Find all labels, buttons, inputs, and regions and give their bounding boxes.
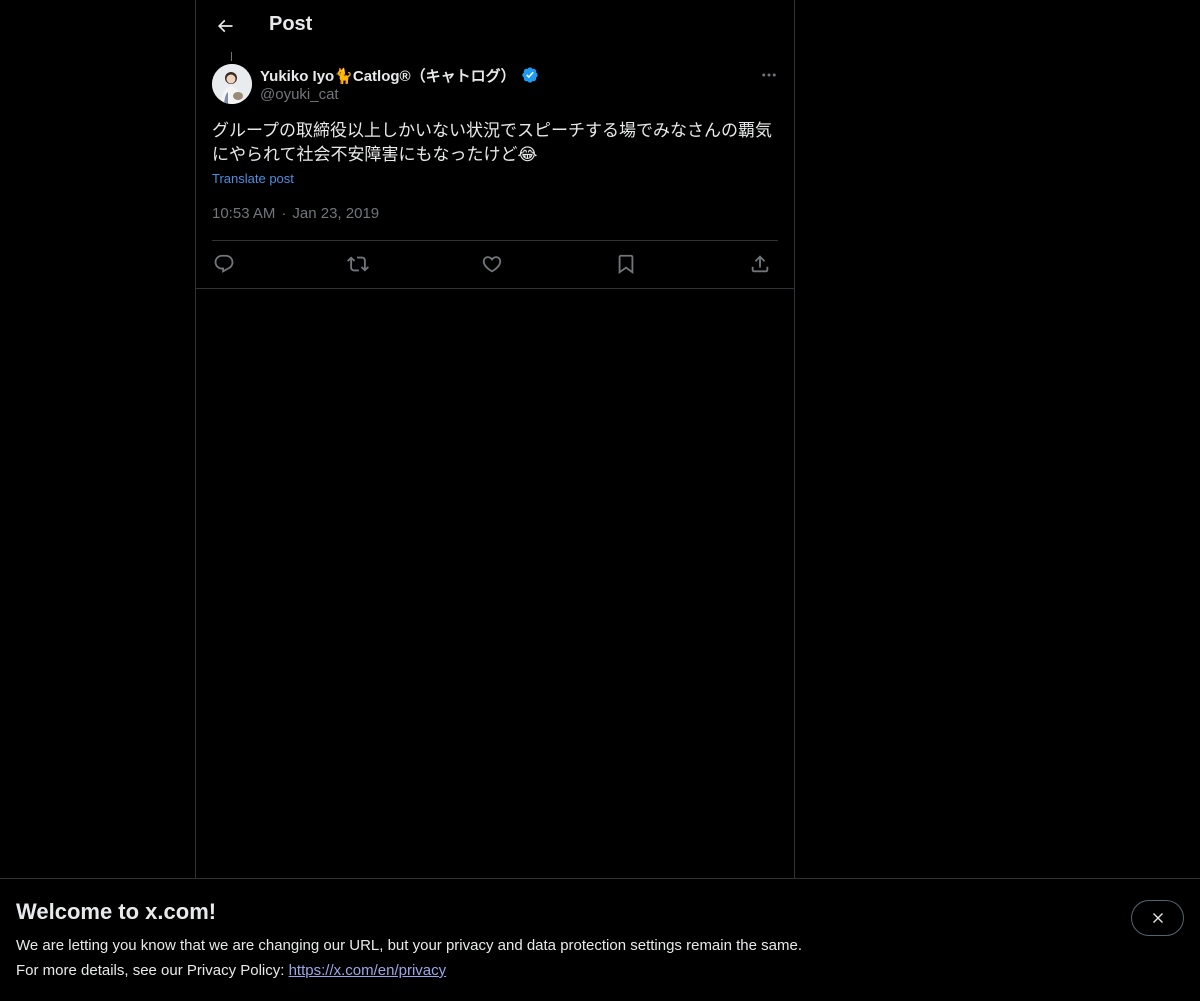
reply-button[interactable] — [212, 252, 236, 276]
more-icon — [760, 66, 778, 84]
avatar[interactable] — [212, 64, 252, 104]
bookmark-button[interactable] — [614, 252, 638, 276]
translate-post-link[interactable]: Translate post — [212, 171, 294, 186]
back-arrow-icon — [215, 16, 235, 36]
post-time[interactable]: 10:53 AM — [212, 205, 275, 222]
post-date[interactable]: Jan 23, 2019 — [292, 205, 379, 222]
like-icon — [481, 253, 503, 275]
more-options-button[interactable] — [756, 63, 782, 87]
banner-title: Welcome to x.com! — [16, 899, 217, 924]
meta-separator: · — [281, 205, 287, 222]
thread-connector-line — [231, 52, 232, 61]
close-icon — [1150, 910, 1166, 926]
reply-icon — [213, 253, 235, 275]
post-timestamp: 10:53 AM · Jan 23, 2019 — [212, 205, 379, 222]
banner-privacy-line: For more details, see our Privacy Policy… — [16, 962, 446, 979]
page-title: Post — [269, 13, 313, 35]
banner-message: We are letting you know that we are chan… — [16, 937, 802, 954]
share-icon — [749, 253, 771, 275]
post-bottom-divider — [196, 288, 794, 289]
post-actions-bar — [212, 241, 778, 288]
author-handle[interactable]: @oyuki_cat — [260, 86, 339, 103]
repost-button[interactable] — [346, 252, 370, 276]
post-column: Post Yukiko Iyo🐈Catlog®（キャトログ） @oyuki_ca… — [195, 0, 795, 878]
author-name-row[interactable]: Yukiko Iyo🐈Catlog®（キャトログ） — [260, 64, 539, 86]
back-button[interactable] — [208, 9, 242, 43]
privacy-policy-link[interactable]: https://x.com/en/privacy — [289, 962, 447, 979]
verified-badge-icon — [521, 66, 539, 84]
post-text: グループの取締役以上しかいない状況でスピーチする場でみなさんの覇気にやられて社会… — [212, 121, 772, 164]
share-button[interactable] — [748, 252, 772, 276]
banner-privacy-prefix: For more details, see our Privacy Policy… — [16, 962, 289, 979]
repost-icon — [347, 253, 369, 275]
welcome-banner: Welcome to x.com! We are letting you kno… — [0, 878, 1200, 1001]
close-banner-button[interactable] — [1131, 900, 1184, 936]
page-header: Post — [196, 0, 794, 53]
like-button[interactable] — [480, 252, 504, 276]
author-display-name[interactable]: Yukiko Iyo🐈Catlog®（キャトログ） — [260, 65, 516, 86]
bookmark-icon — [615, 253, 637, 275]
